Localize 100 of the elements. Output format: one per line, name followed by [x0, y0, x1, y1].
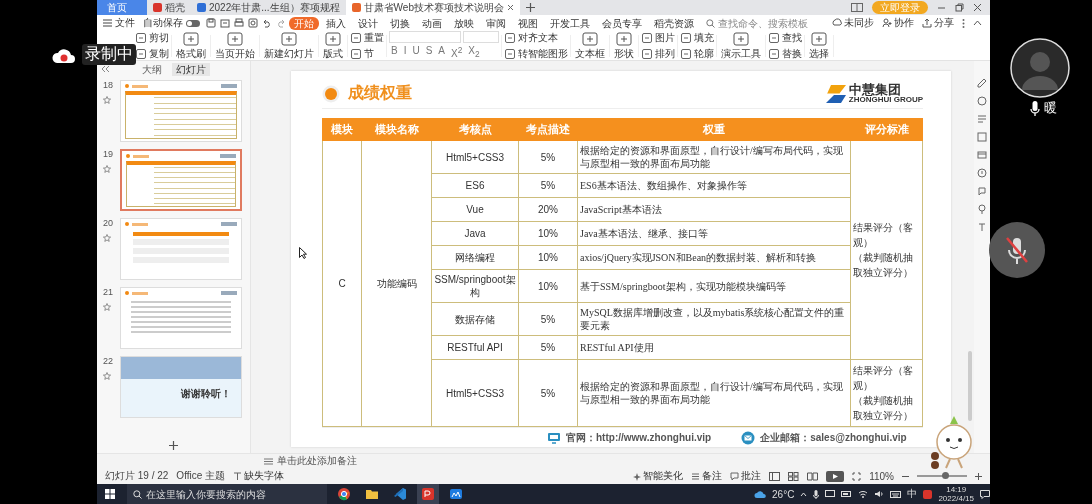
- font-size-field[interactable]: [463, 31, 499, 43]
- wifi-icon[interactable]: [858, 490, 869, 498]
- zoom-slider-thumb[interactable]: [941, 472, 949, 479]
- toolbar-button[interactable]: 剪切: [135, 30, 169, 45]
- panel-tab[interactable]: 大纲: [138, 62, 166, 76]
- menu-tab[interactable]: 放映: [449, 16, 479, 30]
- toolbar-button[interactable]: 演示工具: [719, 30, 763, 61]
- share-button[interactable]: 分享: [922, 16, 954, 30]
- menu-tab[interactable]: 切换: [385, 16, 415, 30]
- play-icon[interactable]: [826, 470, 845, 482]
- toolbar-button[interactable]: 轮廓: [680, 46, 714, 61]
- menu-tab[interactable]: 稻壳资源: [649, 16, 699, 30]
- document-icon[interactable]: [220, 18, 230, 28]
- square-icon[interactable]: [976, 131, 988, 143]
- toolbar-button[interactable]: 节: [350, 46, 384, 61]
- save-icon[interactable]: [206, 18, 216, 28]
- collaborate-button[interactable]: 协作: [882, 16, 914, 30]
- speaker-icon[interactable]: [874, 490, 885, 498]
- window-tab[interactable]: 甘肃省Web技术赛项技术说明会: [345, 0, 520, 15]
- battery-icon[interactable]: [841, 491, 853, 497]
- restore-icon[interactable]: [955, 3, 964, 12]
- toolbar-button[interactable]: 对齐文本: [504, 30, 568, 45]
- close-icon[interactable]: [507, 4, 514, 11]
- plus-icon[interactable]: [975, 472, 982, 480]
- menu-tab[interactable]: 视图: [513, 16, 543, 30]
- autosave-toggle[interactable]: [186, 19, 200, 27]
- file-menu[interactable]: 文件: [103, 16, 135, 30]
- collapse-left-icon[interactable]: [101, 65, 110, 73]
- microphone-icon[interactable]: [813, 489, 820, 499]
- toolbar-button[interactable]: 形状: [612, 30, 636, 61]
- print-icon[interactable]: [234, 18, 244, 28]
- pen-icon[interactable]: [976, 77, 988, 89]
- caret-up-icon[interactable]: [800, 491, 808, 497]
- menu-tab[interactable]: 审阅: [481, 16, 511, 30]
- input-method-indicator[interactable]: 中: [907, 487, 918, 501]
- toolbar-button[interactable]: 新建幻灯片: [262, 30, 316, 61]
- format-button[interactable]: X$_{2}$: [466, 45, 482, 60]
- keyboard-icon[interactable]: [890, 490, 902, 498]
- window-tab[interactable]: 首页: [97, 0, 147, 15]
- grid-view-icon[interactable]: [788, 471, 800, 481]
- toolbar-button[interactable]: 排列: [641, 46, 675, 61]
- toolbar-button[interactable]: 图片: [641, 30, 675, 45]
- normal-view-icon[interactable]: [769, 471, 781, 481]
- format-button[interactable]: U: [410, 45, 422, 60]
- missing-fonts-button[interactable]: 缺失字体: [233, 469, 285, 483]
- toolbar-button[interactable]: 选择: [807, 30, 831, 61]
- notes-field[interactable]: 单击此处添加备注: [277, 454, 357, 468]
- slide-thumbnail[interactable]: [120, 149, 242, 211]
- toolbar-button[interactable]: 当页开始: [213, 30, 257, 61]
- clock[interactable]: 14:19 2022/4/15: [938, 485, 974, 503]
- preview-icon[interactable]: [248, 18, 258, 28]
- layout-icon[interactable]: [851, 3, 863, 12]
- info-icon[interactable]: [976, 167, 988, 179]
- format-button[interactable]: I: [401, 45, 409, 60]
- network-icon[interactable]: [825, 490, 836, 498]
- plus-icon[interactable]: [526, 3, 535, 12]
- panel-tab[interactable]: 幻灯片: [172, 62, 210, 76]
- format-button[interactable]: S: [423, 45, 435, 60]
- plus-icon[interactable]: [169, 441, 178, 450]
- toolbar-button[interactable]: 查找: [768, 30, 802, 45]
- sync-button[interactable]: 未同步: [832, 16, 874, 30]
- toolbar-button[interactable]: 版式: [321, 30, 345, 61]
- more-icon[interactable]: [962, 18, 965, 28]
- close-icon[interactable]: [973, 3, 982, 12]
- meeting-icon[interactable]: [449, 487, 463, 501]
- toolbar-button[interactable]: 替换: [768, 46, 802, 61]
- format-button[interactable]: B: [389, 45, 400, 60]
- app-tray-icon[interactable]: [923, 489, 933, 499]
- toolbar-button[interactable]: 转智能图形: [504, 46, 568, 61]
- document-icon[interactable]: [421, 487, 435, 501]
- pin-icon[interactable]: [976, 203, 988, 215]
- format-button[interactable]: X$^{2}$: [449, 45, 465, 60]
- menu-tab[interactable]: 会员专享: [597, 16, 647, 30]
- format-button[interactable]: A: [436, 45, 448, 60]
- beautify-button[interactable]: 智能美化: [632, 469, 684, 483]
- toolbar-button[interactable]: 格式刷: [174, 30, 208, 61]
- menu-tab[interactable]: 动画: [417, 16, 447, 30]
- start-icon[interactable]: [105, 489, 115, 499]
- undo-icon[interactable]: [262, 18, 272, 28]
- menu-tab[interactable]: 开发工具: [545, 16, 595, 30]
- toolbar-button[interactable]: 文本框: [573, 30, 607, 61]
- menu-tab[interactable]: 设计: [353, 16, 383, 30]
- slide-thumbnail[interactable]: 谢谢聆听！: [120, 356, 242, 418]
- menu-tab[interactable]: 插入: [321, 16, 351, 30]
- window-tab[interactable]: 稻壳: [147, 0, 191, 15]
- taskbar-search-field[interactable]: 在这里输入你要搜索的内容: [127, 484, 327, 504]
- search-field[interactable]: 查找命令、搜索模板: [706, 17, 818, 29]
- notes-button[interactable]: 备注: [691, 469, 723, 483]
- font-name-field[interactable]: [389, 31, 461, 43]
- comment-icon[interactable]: [976, 185, 988, 197]
- toolbar-button[interactable]: 重置: [350, 30, 384, 45]
- circle-icon[interactable]: [976, 95, 988, 107]
- reading-view-icon[interactable]: [807, 471, 819, 481]
- notification-icon[interactable]: [980, 489, 990, 499]
- toolbar-button[interactable]: 填充: [680, 30, 714, 45]
- browser-icon[interactable]: [337, 487, 351, 501]
- comments-button[interactable]: 批注: [730, 469, 762, 483]
- code-editor-icon[interactable]: [393, 487, 407, 501]
- window-tab[interactable]: 2022年甘肃...生组）赛项规程: [191, 0, 346, 15]
- fit-icon[interactable]: [852, 471, 862, 481]
